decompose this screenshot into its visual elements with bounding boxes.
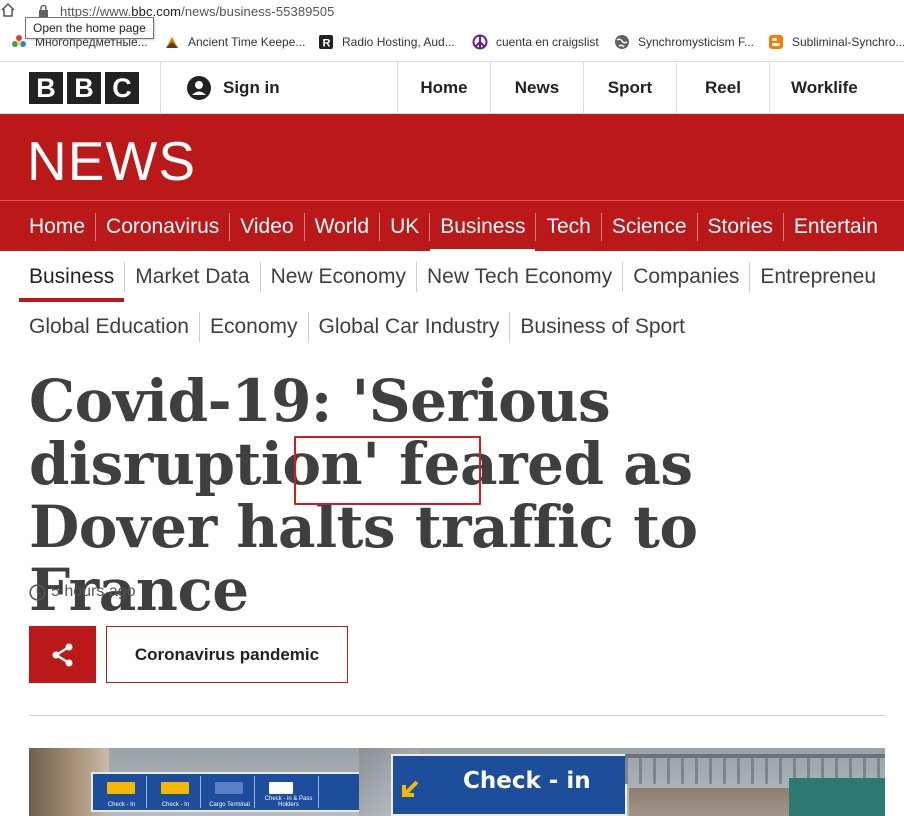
main-nav: Home Coronavirus Video World UK Business…: [0, 200, 904, 251]
sub-nav-business[interactable]: Business: [19, 262, 126, 302]
lane-sign: Cargo Terminal: [205, 776, 255, 808]
lane-label: Check - In: [107, 802, 136, 808]
bookmark-label: Subliminal-Synchro...: [792, 35, 904, 49]
content-divider: [29, 715, 885, 716]
sub-nav-global-education[interactable]: Global Education: [19, 312, 200, 342]
arrow-down-left-icon: [402, 780, 419, 797]
nav-world[interactable]: World: [305, 213, 381, 241]
truck-icon: [161, 782, 189, 794]
sub-nav-new-tech-economy[interactable]: New Tech Economy: [417, 262, 624, 292]
share-button[interactable]: [29, 626, 96, 683]
lane-sign: Check - In: [151, 776, 201, 808]
nav-entertainment[interactable]: Entertain: [784, 213, 888, 241]
check-in-sign: Check - in: [391, 754, 627, 816]
bookmark-item[interactable]: R Radio Hosting, Aud...: [318, 34, 455, 50]
bookmark-item[interactable]: Synchromysticism F...: [614, 34, 754, 50]
lane-label: Check - in & Pass Holders: [264, 796, 313, 808]
logo-letter: B: [29, 72, 63, 104]
nav-video[interactable]: Video: [230, 213, 305, 241]
lane-label: Check - In: [161, 802, 190, 808]
bookmark-label: Ancient Time Keepe...: [188, 35, 306, 49]
green-shed: [789, 778, 885, 816]
sub-nav-economy[interactable]: Economy: [200, 312, 309, 342]
sign-in-link[interactable]: Sign in: [160, 62, 398, 114]
top-nav-sport[interactable]: Sport: [583, 62, 676, 114]
business-sub-nav: Business Market Data New Economy New Tec…: [19, 262, 904, 362]
nav-tech[interactable]: Tech: [536, 213, 602, 241]
top-nav-news[interactable]: News: [490, 62, 583, 114]
sub-nav-row: Global Education Economy Global Car Indu…: [19, 312, 904, 342]
blogger-icon: [769, 35, 783, 49]
nav-stories[interactable]: Stories: [698, 213, 784, 241]
lane-sign: Check - In: [97, 776, 147, 808]
lane-label: Cargo Terminal: [209, 802, 250, 808]
headline-highlight-word: Dover: [29, 493, 217, 561]
sub-nav-row: Business Market Data New Economy New Tec…: [19, 262, 904, 302]
url-path: /news/business-55389505: [181, 4, 335, 19]
share-icon: [52, 643, 72, 666]
clock-icon: [29, 583, 46, 601]
bus-icon: [269, 782, 293, 794]
sub-nav-new-economy[interactable]: New Economy: [261, 262, 417, 292]
article-timestamp: 5 hours ago: [29, 583, 136, 601]
nav-business[interactable]: Business: [430, 213, 537, 251]
nav-coronavirus[interactable]: Coronavirus: [96, 213, 231, 241]
sub-nav-market-data[interactable]: Market Data: [125, 262, 261, 292]
sub-nav-entrepreneurship[interactable]: Entrepreneu: [750, 262, 886, 292]
news-banner: NEWS: [0, 114, 904, 200]
lane-signboard: Check - In Check - In Cargo Terminal Che…: [91, 772, 373, 812]
top-nav: Home News Sport Reel Worklife: [397, 62, 904, 114]
truck-icon: [107, 782, 135, 794]
bookmark-item[interactable]: Ancient Time Keepe...: [164, 34, 305, 50]
news-section-title[interactable]: NEWS: [27, 129, 196, 193]
logo-letter: C: [105, 72, 139, 104]
sub-nav-global-car-industry[interactable]: Global Car Industry: [309, 312, 511, 342]
home-tooltip: Open the home page: [25, 17, 154, 39]
truck-icon: [215, 782, 243, 794]
home-icon[interactable]: [0, 2, 16, 18]
sub-nav-business-of-sport[interactable]: Business of Sport: [510, 312, 695, 342]
bookmark-item[interactable]: cuenta en craigslist: [472, 34, 599, 50]
r-badge-icon: R: [319, 35, 333, 50]
logo-letter: B: [67, 72, 101, 104]
check-in-text: Check - in: [463, 768, 591, 794]
top-nav-reel[interactable]: Reel: [676, 62, 769, 114]
sign-in-label: Sign in: [223, 78, 280, 97]
top-nav-home[interactable]: Home: [397, 62, 490, 114]
nav-home[interactable]: Home: [19, 213, 97, 241]
lane-sign: Check - in & Pass Holders: [259, 776, 319, 808]
top-nav-worklife[interactable]: Worklife: [769, 62, 904, 114]
nav-uk[interactable]: UK: [380, 213, 431, 241]
bookmark-label: Radio Hosting, Aud...: [342, 35, 455, 49]
sub-nav-companies[interactable]: Companies: [623, 262, 751, 292]
article-hero-image: Check - In Check - In Cargo Terminal Che…: [29, 748, 885, 816]
nav-science[interactable]: Science: [602, 213, 698, 241]
ground-area: [629, 788, 799, 816]
bookmark-label: Synchromysticism F...: [638, 35, 755, 49]
user-icon: [187, 76, 211, 100]
globe-icon: [615, 35, 629, 49]
highlight-box: [294, 436, 481, 505]
topic-tag-button[interactable]: Coronavirus pandemic: [106, 626, 348, 683]
bookmark-item[interactable]: Subliminal-Synchro...: [768, 34, 904, 50]
svg-text:R: R: [323, 38, 331, 50]
timestamp-text: 5 hours ago: [51, 583, 136, 600]
bookmark-label: cuenta en craigslist: [496, 35, 599, 49]
bbc-logo[interactable]: B B C: [29, 72, 139, 104]
orange-triangle-icon: [166, 37, 178, 48]
bbc-header: B B C Sign in Home News Sport Reel Workl…: [0, 61, 904, 114]
peace-sign-icon: [472, 34, 488, 50]
